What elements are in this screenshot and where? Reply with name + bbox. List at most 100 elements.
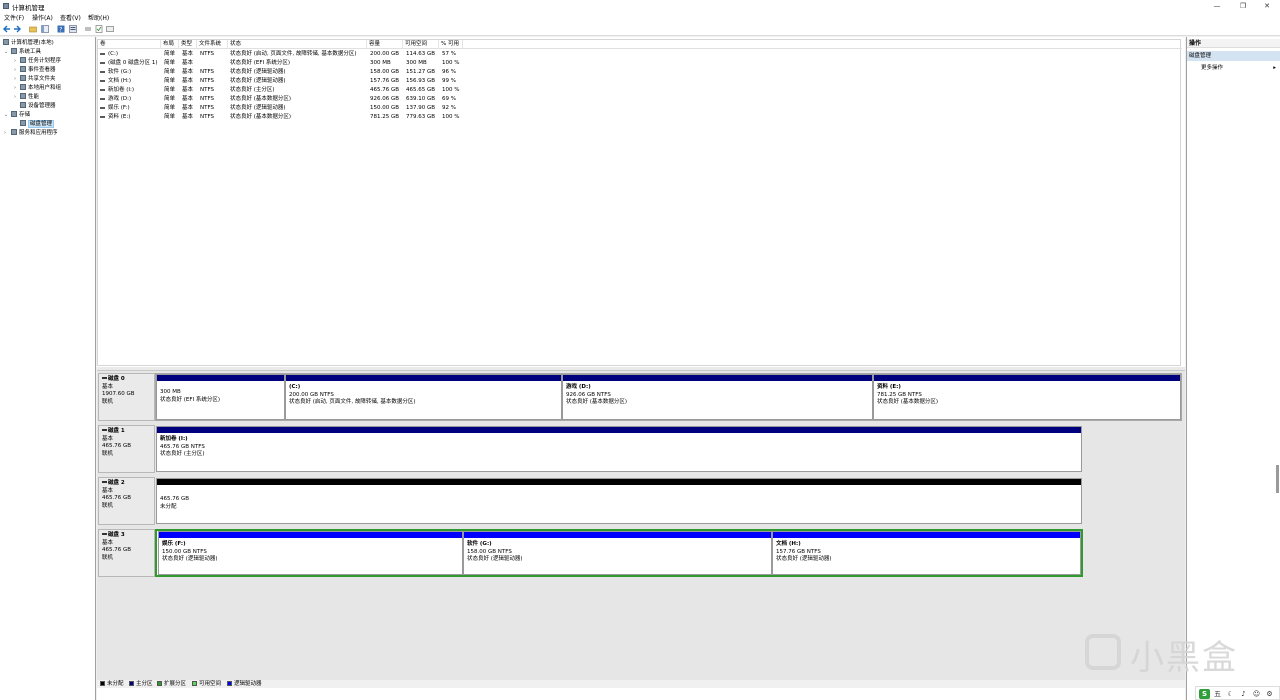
ime-logo-icon[interactable]: S (1199, 689, 1210, 699)
menu-action[interactable]: 操作(A) (32, 13, 53, 22)
scrollbar-thumb[interactable] (1276, 465, 1279, 493)
tree-item-event-viewer[interactable]: 事件查看器 (20, 66, 56, 75)
expand-arrow-icon[interactable]: › (4, 129, 6, 138)
volume-icon (100, 116, 105, 118)
tree-item-performance[interactable]: 性能 (20, 93, 39, 102)
expand-arrow-icon[interactable]: ⌄ (4, 111, 8, 120)
table-row[interactable]: 新加卷 (I:) 简单 基本 NTFS 状态良好 (主分区) 465.76 GB… (98, 86, 1182, 95)
restore-button[interactable]: ❐ (1230, 0, 1256, 12)
column-header-percent-free[interactable]: % 可用 (439, 40, 463, 49)
tree-item-services-applications[interactable]: 服务和应用程序 (11, 129, 58, 138)
table-row[interactable]: (磁盘 0 磁盘分区 1) 简单 基本 状态良好 (EFI 系统分区) 300 … (98, 59, 1182, 68)
forward-arrow-icon[interactable] (13, 25, 21, 33)
device-manager-icon (20, 102, 26, 108)
tree-item-task-scheduler[interactable]: 任务计划程序 (20, 57, 61, 66)
console-tree-icon[interactable] (41, 25, 49, 33)
cell-type: 基本 (182, 87, 194, 93)
disk-2-label[interactable]: 磁盘 2 基本 465.76 GB 联机 (98, 477, 155, 525)
partition-c[interactable]: (C:) 200.00 GB NTFS 状态良好 (启动, 页面文件, 故障转储, … (285, 374, 562, 420)
column-header-volume[interactable]: 卷 (98, 40, 161, 49)
expand-arrow-icon[interactable]: › (14, 57, 16, 66)
tree-item-system-tools[interactable]: 系统工具 (11, 48, 41, 57)
cell-free-space: 779.63 GB (406, 114, 436, 120)
column-header-status[interactable]: 状态 (228, 40, 367, 49)
performance-icon (20, 93, 26, 99)
column-header-capacity[interactable]: 容量 (367, 40, 403, 49)
tree-item-shared-folders[interactable]: 共享文件夹 (20, 75, 56, 84)
cell-capacity: 926.06 GB (370, 96, 400, 102)
partition-f[interactable]: 娱乐 (F:) 150.00 GB NTFS 状态良好 (逻辑驱动器) (158, 531, 463, 575)
tree-item-local-users-groups[interactable]: 本地用户和组 (20, 84, 61, 93)
expand-arrow-icon[interactable]: ⌄ (4, 48, 8, 57)
table-row[interactable]: 游戏 (D:) 简单 基本 NTFS 状态良好 (基本数据分区) 926.06 … (98, 95, 1182, 104)
help-icon[interactable]: ? (57, 25, 65, 33)
disk-0-label[interactable]: 磁盘 0 基本 1907.60 GB 联机 (98, 373, 155, 421)
cell-free-space: 300 MB (406, 60, 427, 66)
more-actions-link[interactable]: 更多操作 (1201, 64, 1223, 72)
column-header-filesystem[interactable]: 文件系统 (197, 40, 228, 49)
column-header-free-space[interactable]: 可用空间 (403, 40, 439, 49)
cell-capacity: 157.76 GB (370, 78, 400, 84)
watermark-text: 小黑盒 (1130, 638, 1238, 678)
cell-filesystem: NTFS (200, 114, 215, 120)
table-row[interactable]: 文档 (H:) 简单 基本 NTFS 状态良好 (逻辑驱动器) 157.76 G… (98, 77, 1182, 86)
watermark-logo-icon (1085, 634, 1121, 670)
cell-filesystem: NTFS (200, 51, 215, 57)
partition-d[interactable]: 游戏 (D:) 926.06 GB NTFS 状态良好 (基本数据分区) (562, 374, 873, 420)
legend-label: 扩展分区 (164, 681, 187, 687)
menu-help[interactable]: 帮助(H) (88, 13, 109, 22)
tree-item-disk-management[interactable]: 磁盘管理 (20, 120, 55, 129)
ime-mode-icon[interactable]: 五 (1212, 689, 1223, 699)
properties-icon[interactable] (69, 25, 77, 33)
cell-layout: 简单 (164, 96, 176, 102)
moon-icon[interactable]: ☾ (1225, 689, 1236, 699)
table-row[interactable]: 软件 (G:) 简单 基本 NTFS 状态良好 (逻辑驱动器) 158.00 G… (98, 68, 1182, 77)
volume-icon (100, 98, 105, 100)
menu-view[interactable]: 查看(V) (60, 13, 81, 22)
legend-swatch-unallocated (100, 681, 105, 686)
disk-view-icon[interactable] (106, 25, 114, 33)
cell-layout: 简单 (164, 69, 176, 75)
check-disk-icon[interactable] (95, 25, 103, 33)
partition-h[interactable]: 文档 (H:) 157.76 GB NTFS 状态良好 (逻辑驱动器) (772, 531, 1081, 575)
expand-arrow-icon[interactable]: › (14, 84, 16, 93)
partition-type-bar (874, 375, 1180, 381)
connect-icon[interactable] (84, 25, 92, 33)
back-arrow-icon[interactable] (3, 25, 11, 33)
table-row[interactable]: (C:) 简单 基本 NTFS 状态良好 (启动, 页面文件, 故障转储, 基本… (98, 50, 1182, 59)
menu-file[interactable]: 文件(F) (4, 13, 24, 22)
partition-unallocated[interactable]: 465.76 GB 未分配 (156, 478, 1082, 524)
cell-capacity: 158.00 GB (370, 69, 400, 75)
column-header-layout[interactable]: 布局 (161, 40, 179, 49)
disk-icon (102, 429, 107, 431)
table-row[interactable]: 娱乐 (F:) 简单 基本 NTFS 状态良好 (逻辑驱动器) 150.00 G… (98, 104, 1182, 113)
close-button[interactable]: ✕ (1254, 0, 1280, 12)
voice-icon[interactable]: ♪ (1238, 689, 1249, 699)
expand-arrow-icon[interactable]: › (14, 93, 16, 102)
partition-e[interactable]: 资料 (E:) 781.25 GB NTFS 状态良好 (基本数据分区) (873, 374, 1181, 420)
cell-free-space: 151.27 GB (406, 69, 436, 75)
column-header-type[interactable]: 类型 (179, 40, 197, 49)
settings-icon[interactable]: ⚙ (1264, 689, 1275, 699)
expand-arrow-icon[interactable]: › (14, 75, 16, 84)
expand-arrow-icon[interactable]: › (14, 66, 16, 75)
up-folder-icon[interactable] (29, 25, 37, 33)
tree-item-computer-management[interactable]: 计算机管理(本地) (3, 39, 54, 48)
cell-percent-free: 100 % (442, 87, 460, 93)
ime-tray: S 五 ☾ ♪ ☺ ⚙ (1195, 686, 1280, 700)
partition-efi[interactable]: 300 MB 状态良好 (EFI 系统分区) (156, 374, 285, 420)
services-icon (11, 129, 17, 135)
cell-capacity: 465.76 GB (370, 87, 400, 93)
cell-free-space: 156.93 GB (406, 78, 436, 84)
partition-i[interactable]: 新加卷 (I:) 465.76 GB NTFS 状态良好 (主分区) (156, 426, 1082, 472)
actions-section-disk-management[interactable]: 磁盘管理 (1187, 51, 1280, 61)
disk-3-label[interactable]: 磁盘 3 基本 465.76 GB 联机 (98, 529, 155, 577)
disk-1-label[interactable]: 磁盘 1 基本 465.76 GB 联机 (98, 425, 155, 473)
partition-g[interactable]: 软件 (G:) 158.00 GB NTFS 状态良好 (逻辑驱动器) (463, 531, 772, 575)
tree-item-device-manager[interactable]: 设备管理器 (20, 102, 56, 111)
emoji-icon[interactable]: ☺ (1251, 689, 1262, 699)
table-row[interactable]: 资料 (E:) 简单 基本 NTFS 状态良好 (基本数据分区) 781.25 … (98, 113, 1182, 122)
cell-status: 状态良好 (EFI 系统分区) (230, 60, 291, 66)
minimize-button[interactable]: — (1204, 0, 1230, 12)
tree-item-storage[interactable]: 存储 (11, 111, 30, 120)
